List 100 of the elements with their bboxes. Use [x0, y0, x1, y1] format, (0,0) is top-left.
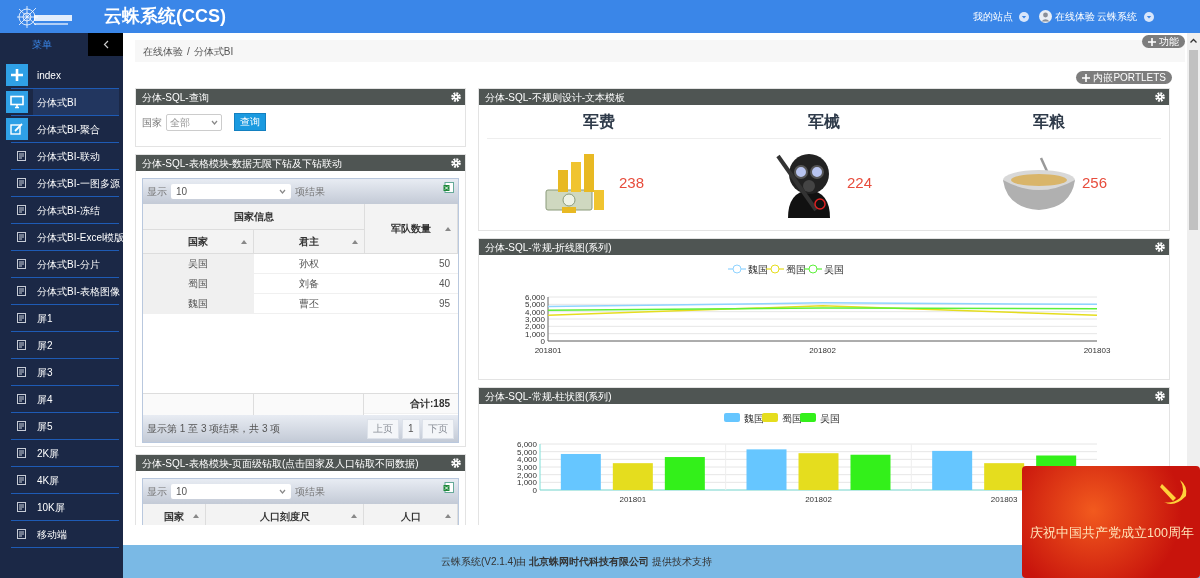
sidebar-item[interactable]: 分体式BI — [33, 89, 119, 115]
sites-menu[interactable]: 我的站点 — [972, 9, 1030, 24]
sidebar-item[interactable]: 10K屏 — [33, 494, 119, 520]
edit-icon — [10, 122, 24, 136]
table-cell[interactable]: 蜀国 — [143, 274, 254, 294]
document-icon — [17, 205, 26, 215]
monitor-icon — [10, 95, 24, 109]
table-cell: 40 — [364, 274, 458, 294]
document-icon — [17, 259, 26, 269]
legend-label: 吴国 — [820, 413, 840, 424]
column-header[interactable]: 人口 — [364, 504, 458, 525]
tick-label: 201801 — [619, 495, 647, 504]
move-icon — [1148, 37, 1156, 46]
avatar-icon — [1039, 10, 1053, 23]
sidebar-item[interactable]: 移动端 — [33, 521, 119, 547]
document-icon — [17, 232, 26, 242]
line-series[interactable] — [547, 302, 1098, 308]
monitor-button[interactable] — [6, 91, 28, 113]
edit-button[interactable] — [6, 118, 28, 140]
tick-label: 2,000 — [524, 322, 545, 332]
sidebar-item[interactable]: 分体式BI-聚合 — [33, 116, 119, 142]
document-icon — [17, 367, 26, 377]
panel-title: 分体-SQL-查询 — [142, 90, 209, 105]
page-length-select[interactable]: 10 — [171, 184, 291, 199]
sidebar-item[interactable]: 分体式BI-分片 — [33, 251, 119, 277]
column-header[interactable]: 国家 — [143, 504, 206, 525]
table-cell[interactable]: 吴国 — [143, 254, 254, 274]
sidebar-item[interactable]: 2K屏 — [33, 440, 119, 466]
tick-label: 201802 — [805, 495, 832, 504]
tick-label: 1,000 — [524, 329, 545, 339]
gear-icon[interactable] — [451, 458, 461, 468]
collapse-button[interactable] — [88, 33, 123, 56]
stat-title: 军械 — [808, 111, 840, 132]
gear-icon[interactable] — [1155, 242, 1165, 252]
sidebar-item[interactable]: index — [33, 62, 119, 88]
add-button[interactable] — [6, 64, 28, 86]
table-cell[interactable]: 魏国 — [143, 294, 254, 314]
dropdown-caret-icon — [1144, 11, 1154, 22]
tick-label: 6,000 — [516, 440, 537, 449]
sidebar-item[interactable]: 分体式BI-一图多源 — [33, 170, 119, 196]
legend-label: 魏国 — [748, 264, 768, 275]
breadcrumb-item[interactable]: 在线体验 — [143, 43, 183, 59]
document-icon — [17, 475, 26, 485]
sort-icon[interactable] — [352, 239, 358, 244]
sidebar-item[interactable]: 分体式BI-联动 — [33, 143, 119, 169]
bar[interactable] — [984, 463, 1025, 490]
sort-icon[interactable] — [192, 514, 199, 518]
breadcrumb-item: 分体式BI — [193, 44, 234, 59]
table-info: 显示第 1 至 3 项结果，共 3 项 — [147, 422, 281, 436]
sidebar-item[interactable]: 分体式BI-冻结 — [33, 197, 119, 223]
tick-label: 0 — [532, 486, 537, 495]
sidebar-item[interactable]: 屏3 — [33, 359, 119, 385]
gear-icon[interactable] — [451, 92, 461, 102]
move-icon — [1082, 73, 1091, 82]
plus-icon — [10, 68, 24, 82]
spreadsheet-export-icon[interactable] — [443, 482, 454, 493]
sidebar-item[interactable]: 4K屏 — [33, 467, 119, 493]
breadcrumb-separator: / — [187, 44, 190, 59]
gear-icon[interactable] — [451, 158, 461, 168]
document-icon — [17, 529, 26, 539]
document-icon — [17, 340, 26, 350]
gear-icon[interactable] — [1155, 92, 1165, 102]
legend-item[interactable]: 吴国 — [800, 413, 840, 424]
legend-item[interactable]: 魏国 — [727, 264, 768, 275]
pager-button[interactable]: 1 — [401, 418, 420, 439]
panel-title: 分体-SQL-表格模块-页面级钻取(点击国家及人口钻取不同数据) — [142, 456, 419, 471]
tick-label: 4,000 — [516, 455, 537, 465]
column-header[interactable]: 国家 — [143, 230, 254, 254]
table-cell: 曹丕 — [253, 294, 365, 314]
dropdown-caret-icon — [211, 119, 218, 125]
column-header[interactable]: 人口刻度尺 — [205, 504, 365, 525]
sidebar-item[interactable]: 屏4 — [33, 386, 119, 412]
sidebar-item[interactable]: 屏1 — [33, 305, 119, 331]
column-header[interactable]: 军队数量 — [365, 204, 458, 254]
floating-tag[interactable]: 功能 — [1142, 35, 1185, 48]
bar[interactable] — [932, 450, 973, 490]
total-cell: 合计:185 — [364, 394, 458, 414]
sort-icon[interactable] — [241, 239, 247, 244]
spreadsheet-export-icon[interactable] — [443, 182, 454, 193]
user-menu[interactable]: 在线体验 云蛛系统 — [1039, 9, 1154, 24]
sort-icon[interactable] — [351, 514, 358, 518]
menu-heading: 菜单 — [32, 38, 52, 52]
column-header[interactable]: 君主 — [254, 230, 365, 254]
sidebar-item[interactable]: 分体式BI-表格图像 — [33, 278, 119, 304]
sidebar-item[interactable]: 屏5 — [33, 413, 119, 439]
document-icon — [17, 448, 26, 458]
gear-icon[interactable] — [1155, 391, 1165, 401]
sort-icon[interactable] — [445, 514, 451, 518]
banner-text: 庆祝中国共产党成立100周年 — [1030, 525, 1194, 542]
page-length-select[interactable]: 10 — [171, 484, 291, 499]
celebration-toast[interactable]: 庆祝中国共产党成立100周年 — [1022, 466, 1200, 578]
floating-tag[interactable]: 内嵌PORTLETS — [1076, 71, 1172, 84]
table-cell: 刘备 — [253, 274, 365, 294]
sort-icon[interactable] — [445, 226, 451, 231]
tick-label: 5,000 — [524, 300, 545, 310]
length-label: 显示 — [147, 185, 167, 199]
bar[interactable] — [560, 453, 601, 490]
scrollbar-thumb[interactable] — [1189, 50, 1198, 230]
length-suffix: 项结果 — [295, 485, 325, 499]
sidebar-item[interactable]: 屏2 — [33, 332, 119, 358]
